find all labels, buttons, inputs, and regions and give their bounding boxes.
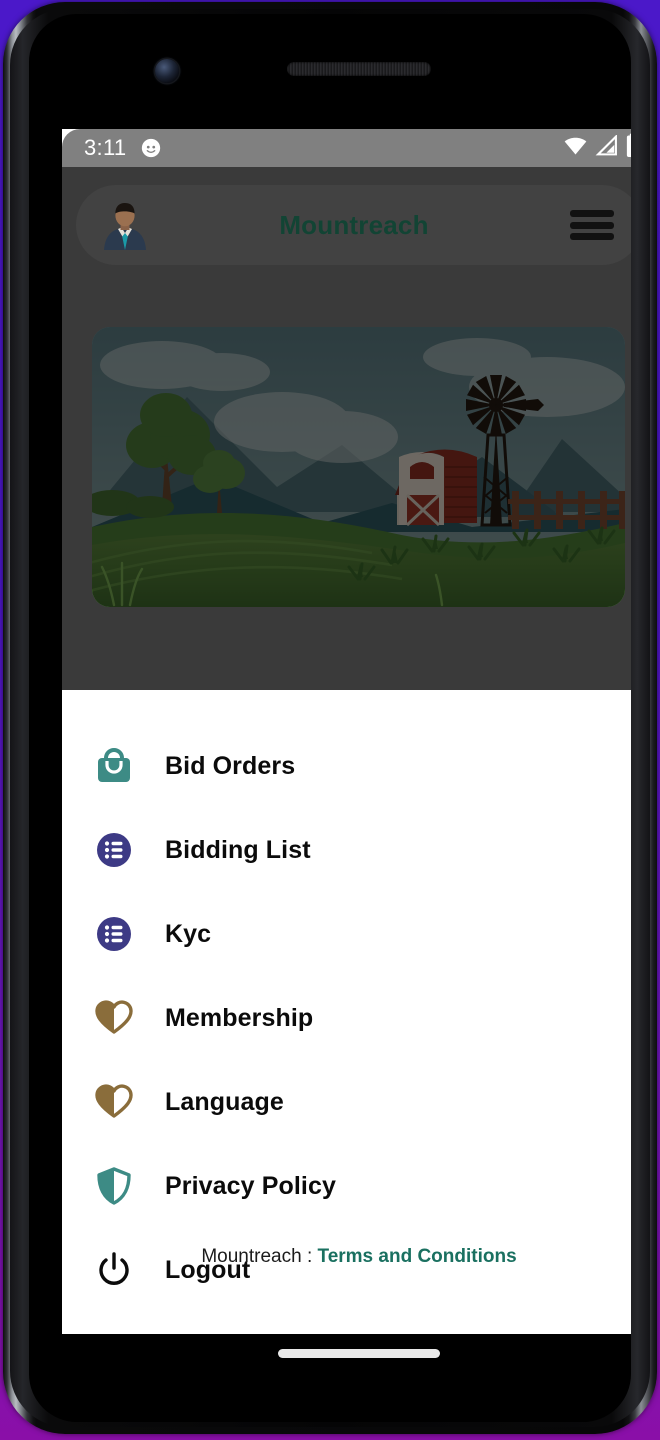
drawer-item-label: Language	[165, 1087, 284, 1116]
shield-icon	[92, 1163, 136, 1209]
drawer-item-label: Membership	[165, 1003, 314, 1032]
list-circle-icon	[92, 827, 136, 873]
status-bar-indicators	[563, 133, 631, 163]
drawer-item-label: Kyc	[165, 919, 212, 948]
status-bar: 3:11	[62, 129, 631, 167]
farm-landscape-illustration	[92, 327, 625, 607]
drawer-item-membership[interactable]: Membership	[62, 976, 631, 1060]
heart-icon	[92, 1079, 136, 1125]
terms-and-conditions-link[interactable]: Terms and Conditions	[318, 1246, 517, 1267]
drawer-item-privacy-policy[interactable]: Privacy Policy	[62, 1144, 631, 1228]
dimmed-background-overlay: Mountreach	[62, 167, 631, 690]
front-camera-icon	[155, 59, 179, 83]
shopping-bag-icon	[92, 743, 136, 789]
hamburger-menu-icon[interactable]	[570, 210, 614, 240]
status-bar-clock: 3:11	[84, 135, 127, 160]
app-bar: Mountreach	[76, 185, 631, 265]
cat-face-icon	[140, 137, 162, 159]
page-title: Mountreach	[279, 209, 429, 240]
drawer-item-language[interactable]: Language	[62, 1060, 631, 1144]
phone-screen-glass: 3:11 Mountreach Bid Orders Bidding List …	[29, 14, 631, 1422]
list-circle-icon	[92, 911, 136, 957]
footer-prefix: Mountreach :	[201, 1246, 318, 1267]
earpiece-speaker-icon	[287, 62, 431, 76]
navigation-drawer: Bid Orders Bidding List Kyc Membership L…	[62, 690, 631, 1334]
drawer-item-label: Bid Orders	[165, 751, 296, 780]
drawer-item-bid-orders[interactable]: Bid Orders	[62, 724, 631, 808]
drawer-item-label: Bidding List	[165, 835, 311, 864]
drawer-item-bidding-list[interactable]: Bidding List	[62, 808, 631, 892]
drawer-footer: Mountreach : Terms and Conditions	[62, 1246, 631, 1268]
wifi-icon	[563, 135, 588, 161]
home-indicator[interactable]	[278, 1349, 440, 1358]
drawer-item-kyc[interactable]: Kyc	[62, 892, 631, 976]
phone-device-frame: 3:11 Mountreach Bid Orders Bidding List …	[3, 2, 657, 1434]
battery-full-icon	[625, 133, 631, 163]
app-viewport: 3:11 Mountreach Bid Orders Bidding List …	[62, 129, 631, 1334]
cellular-signal-icon	[595, 134, 618, 161]
drawer-item-label: Privacy Policy	[165, 1171, 336, 1200]
heart-icon	[92, 995, 136, 1041]
drawer-item-logout[interactable]: Logout	[62, 1228, 631, 1312]
drawer-menu-list: Bid Orders Bidding List Kyc Membership L…	[62, 690, 631, 1312]
